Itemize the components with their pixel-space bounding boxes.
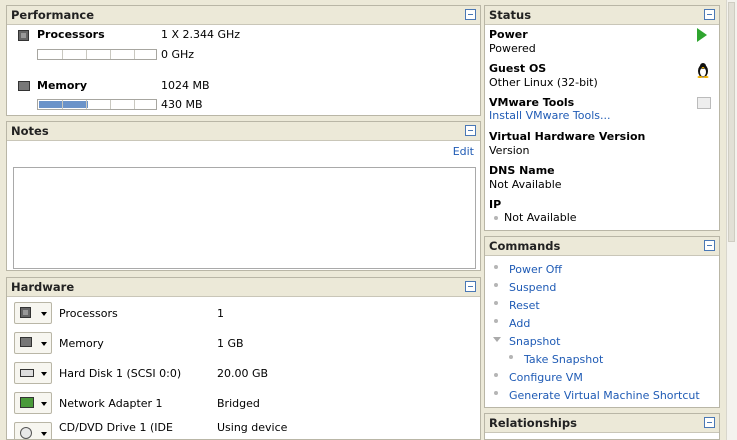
hardware-row-label: Memory bbox=[59, 337, 104, 350]
vmware-tools-icon bbox=[697, 97, 711, 109]
notes-textarea[interactable] bbox=[13, 167, 476, 269]
command-snapshot[interactable]: Snapshot bbox=[509, 335, 560, 348]
dns-name-label: DNS Name bbox=[489, 164, 555, 177]
chevron-down-icon bbox=[41, 372, 47, 376]
commands-title: Commands bbox=[489, 239, 561, 253]
network-adapter-device-button[interactable] bbox=[14, 392, 52, 414]
status-title: Status bbox=[489, 8, 532, 22]
scrollbar-thumb[interactable] bbox=[728, 2, 735, 242]
bullet-icon bbox=[494, 283, 498, 287]
vmware-tools-label: VMware Tools bbox=[489, 96, 575, 109]
chevron-down-icon bbox=[41, 432, 47, 436]
power-value: Powered bbox=[489, 42, 536, 55]
processor-usage-bar bbox=[37, 49, 157, 60]
command-configure-vm[interactable]: Configure VM bbox=[509, 371, 583, 384]
command-take-snapshot[interactable]: Take Snapshot bbox=[524, 353, 603, 366]
hardware-version-value: Version bbox=[489, 144, 530, 157]
memory-usage-text: 430 MB bbox=[161, 98, 203, 111]
memory-label: Memory bbox=[37, 79, 88, 92]
collapse-status-button[interactable] bbox=[704, 9, 715, 20]
relationships-header: Relationships bbox=[485, 414, 719, 433]
hardware-row-value: Bridged bbox=[217, 397, 260, 410]
hard-disk-device-button[interactable] bbox=[14, 362, 52, 384]
hardware-row-label: Processors bbox=[59, 307, 118, 320]
notes-title: Notes bbox=[11, 124, 49, 138]
processors-label: Processors bbox=[37, 28, 105, 41]
guest-os-label: Guest OS bbox=[489, 62, 547, 75]
collapse-performance-button[interactable] bbox=[465, 9, 476, 20]
collapse-commands-button[interactable] bbox=[704, 240, 715, 251]
memory-usage-bar bbox=[37, 99, 157, 110]
memory-value: 1024 MB bbox=[161, 79, 210, 92]
chevron-down-icon bbox=[41, 342, 47, 346]
linux-penguin-icon bbox=[697, 62, 709, 78]
processors-value: 1 X 2.344 GHz bbox=[161, 28, 241, 41]
hardware-row-value: 20.00 GB bbox=[217, 367, 269, 380]
hardware-row-label: CD/DVD Drive 1 (IDE bbox=[59, 421, 173, 434]
collapse-notes-button[interactable] bbox=[465, 125, 476, 136]
status-header: Status bbox=[485, 6, 719, 25]
bullet-icon bbox=[494, 373, 498, 377]
command-add[interactable]: Add bbox=[509, 317, 530, 330]
performance-panel: Performance Processors 1 X 2.344 GHz 0 G… bbox=[6, 5, 481, 116]
bullet-icon bbox=[494, 319, 498, 323]
cpu-icon bbox=[18, 30, 29, 41]
expand-snapshot-icon[interactable] bbox=[493, 337, 501, 342]
ip-value: Not Available bbox=[504, 211, 577, 224]
memory-icon bbox=[18, 81, 30, 91]
hard-disk-icon bbox=[20, 369, 34, 377]
chevron-down-icon bbox=[41, 402, 47, 406]
collapse-hardware-button[interactable] bbox=[465, 281, 476, 292]
notes-header: Notes bbox=[7, 122, 480, 141]
collapse-relationships-button[interactable] bbox=[704, 417, 715, 428]
chevron-down-icon bbox=[41, 312, 47, 316]
dns-name-value: Not Available bbox=[489, 178, 562, 191]
hardware-row-value: 1 bbox=[217, 307, 224, 320]
install-vmware-tools-link[interactable]: Install VMware Tools... bbox=[489, 109, 611, 122]
power-label: Power bbox=[489, 28, 528, 41]
bullet-icon bbox=[494, 265, 498, 269]
hardware-row-label: Hard Disk 1 (SCSI 0:0) bbox=[59, 367, 182, 380]
command-suspend[interactable]: Suspend bbox=[509, 281, 556, 294]
memory-usage-fill bbox=[39, 101, 88, 108]
network-card-icon bbox=[20, 397, 34, 408]
bullet-icon bbox=[509, 355, 513, 359]
hardware-row-value: 1 GB bbox=[217, 337, 244, 350]
cpu-icon bbox=[20, 307, 31, 318]
command-power-off[interactable]: Power Off bbox=[509, 263, 562, 276]
commands-panel: Commands Power Off Suspend Reset Add Sna… bbox=[484, 236, 720, 408]
guest-os-value: Other Linux (32-bit) bbox=[489, 76, 598, 89]
power-on-icon[interactable] bbox=[697, 28, 707, 42]
bullet-icon bbox=[494, 301, 498, 305]
processors-usage-text: 0 GHz bbox=[161, 48, 195, 61]
performance-title: Performance bbox=[11, 8, 95, 22]
status-panel: Status Power Powered Guest OS Other Linu… bbox=[484, 5, 720, 231]
notes-edit-link[interactable]: Edit bbox=[453, 145, 474, 158]
memory-icon bbox=[20, 337, 32, 347]
hardware-version-label: Virtual Hardware Version bbox=[489, 130, 646, 143]
bullet-icon bbox=[494, 216, 498, 220]
command-generate-shortcut[interactable]: Generate Virtual Machine Shortcut bbox=[509, 389, 700, 402]
vertical-scrollbar[interactable] bbox=[726, 0, 737, 440]
ip-label: IP bbox=[489, 198, 502, 211]
relationships-panel: Relationships bbox=[484, 413, 720, 440]
relationships-title: Relationships bbox=[489, 416, 577, 430]
performance-header: Performance bbox=[7, 6, 480, 25]
bullet-icon bbox=[494, 391, 498, 395]
hardware-row-label: Network Adapter 1 bbox=[59, 397, 163, 410]
command-reset[interactable]: Reset bbox=[509, 299, 540, 312]
cd-drive-device-button[interactable] bbox=[14, 422, 52, 439]
memory-device-button[interactable] bbox=[14, 332, 52, 354]
commands-header: Commands bbox=[485, 237, 719, 256]
cpu-device-button[interactable] bbox=[14, 302, 52, 324]
hardware-panel: Hardware Processors 1 Memory 1 GB Hard D… bbox=[6, 277, 481, 440]
hardware-header: Hardware bbox=[7, 278, 480, 297]
notes-panel: Notes Edit bbox=[6, 121, 481, 271]
hardware-row-value: Using device bbox=[217, 421, 288, 434]
hardware-title: Hardware bbox=[11, 280, 75, 294]
cd-drive-icon bbox=[20, 427, 32, 439]
